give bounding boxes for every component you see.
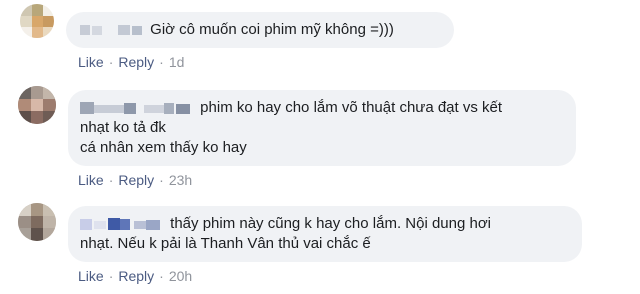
avatar[interactable] <box>20 4 54 38</box>
timestamp[interactable]: 20h <box>169 268 192 284</box>
like-link[interactable]: Like <box>78 54 104 70</box>
separator: · <box>108 268 114 284</box>
comment-text-line: thấy phim này cũng k hay cho lắm. Nội du… <box>170 215 492 232</box>
comment-text-line: cá nhân xem thấy ko hay <box>80 139 247 156</box>
comment-actions: Like · Reply · 23h <box>78 172 192 188</box>
blurred-author-name[interactable] <box>78 23 146 37</box>
separator: · <box>159 172 164 188</box>
comment-bubble: Giờ cô muốn coi phim mỹ không =))) <box>66 12 454 48</box>
comment-text-line: nhạt. Nếu k pải là Thanh Vân thủ vai chắ… <box>80 235 371 252</box>
blurred-author-name[interactable] <box>80 101 196 115</box>
avatar[interactable] <box>18 86 56 124</box>
comment-bubble: phim ko hay cho lắm võ thuật chưa đạt vs… <box>68 90 576 166</box>
separator: · <box>159 54 164 70</box>
blurred-author-name[interactable] <box>80 217 166 231</box>
reply-link[interactable]: Reply <box>118 268 154 284</box>
timestamp[interactable]: 23h <box>169 172 192 188</box>
comment-actions: Like · Reply · 1d <box>78 54 184 70</box>
separator: · <box>108 54 114 70</box>
comment-text: Giờ cô muốn coi phim mỹ không =))) <box>150 21 394 38</box>
separator: · <box>108 172 114 188</box>
separator: · <box>159 268 164 284</box>
comment-bubble: thấy phim này cũng k hay cho lắm. Nội du… <box>68 206 582 262</box>
comment-text-line: nhạt ko tả đk <box>80 119 166 136</box>
avatar[interactable] <box>18 203 56 241</box>
comment-actions: Like · Reply · 20h <box>78 268 192 284</box>
like-link[interactable]: Like <box>78 268 104 284</box>
comment-text-line: phim ko hay cho lắm võ thuật chưa đạt vs… <box>200 99 503 116</box>
timestamp[interactable]: 1d <box>169 54 185 70</box>
reply-link[interactable]: Reply <box>118 172 154 188</box>
reply-link[interactable]: Reply <box>118 54 154 70</box>
like-link[interactable]: Like <box>78 172 104 188</box>
